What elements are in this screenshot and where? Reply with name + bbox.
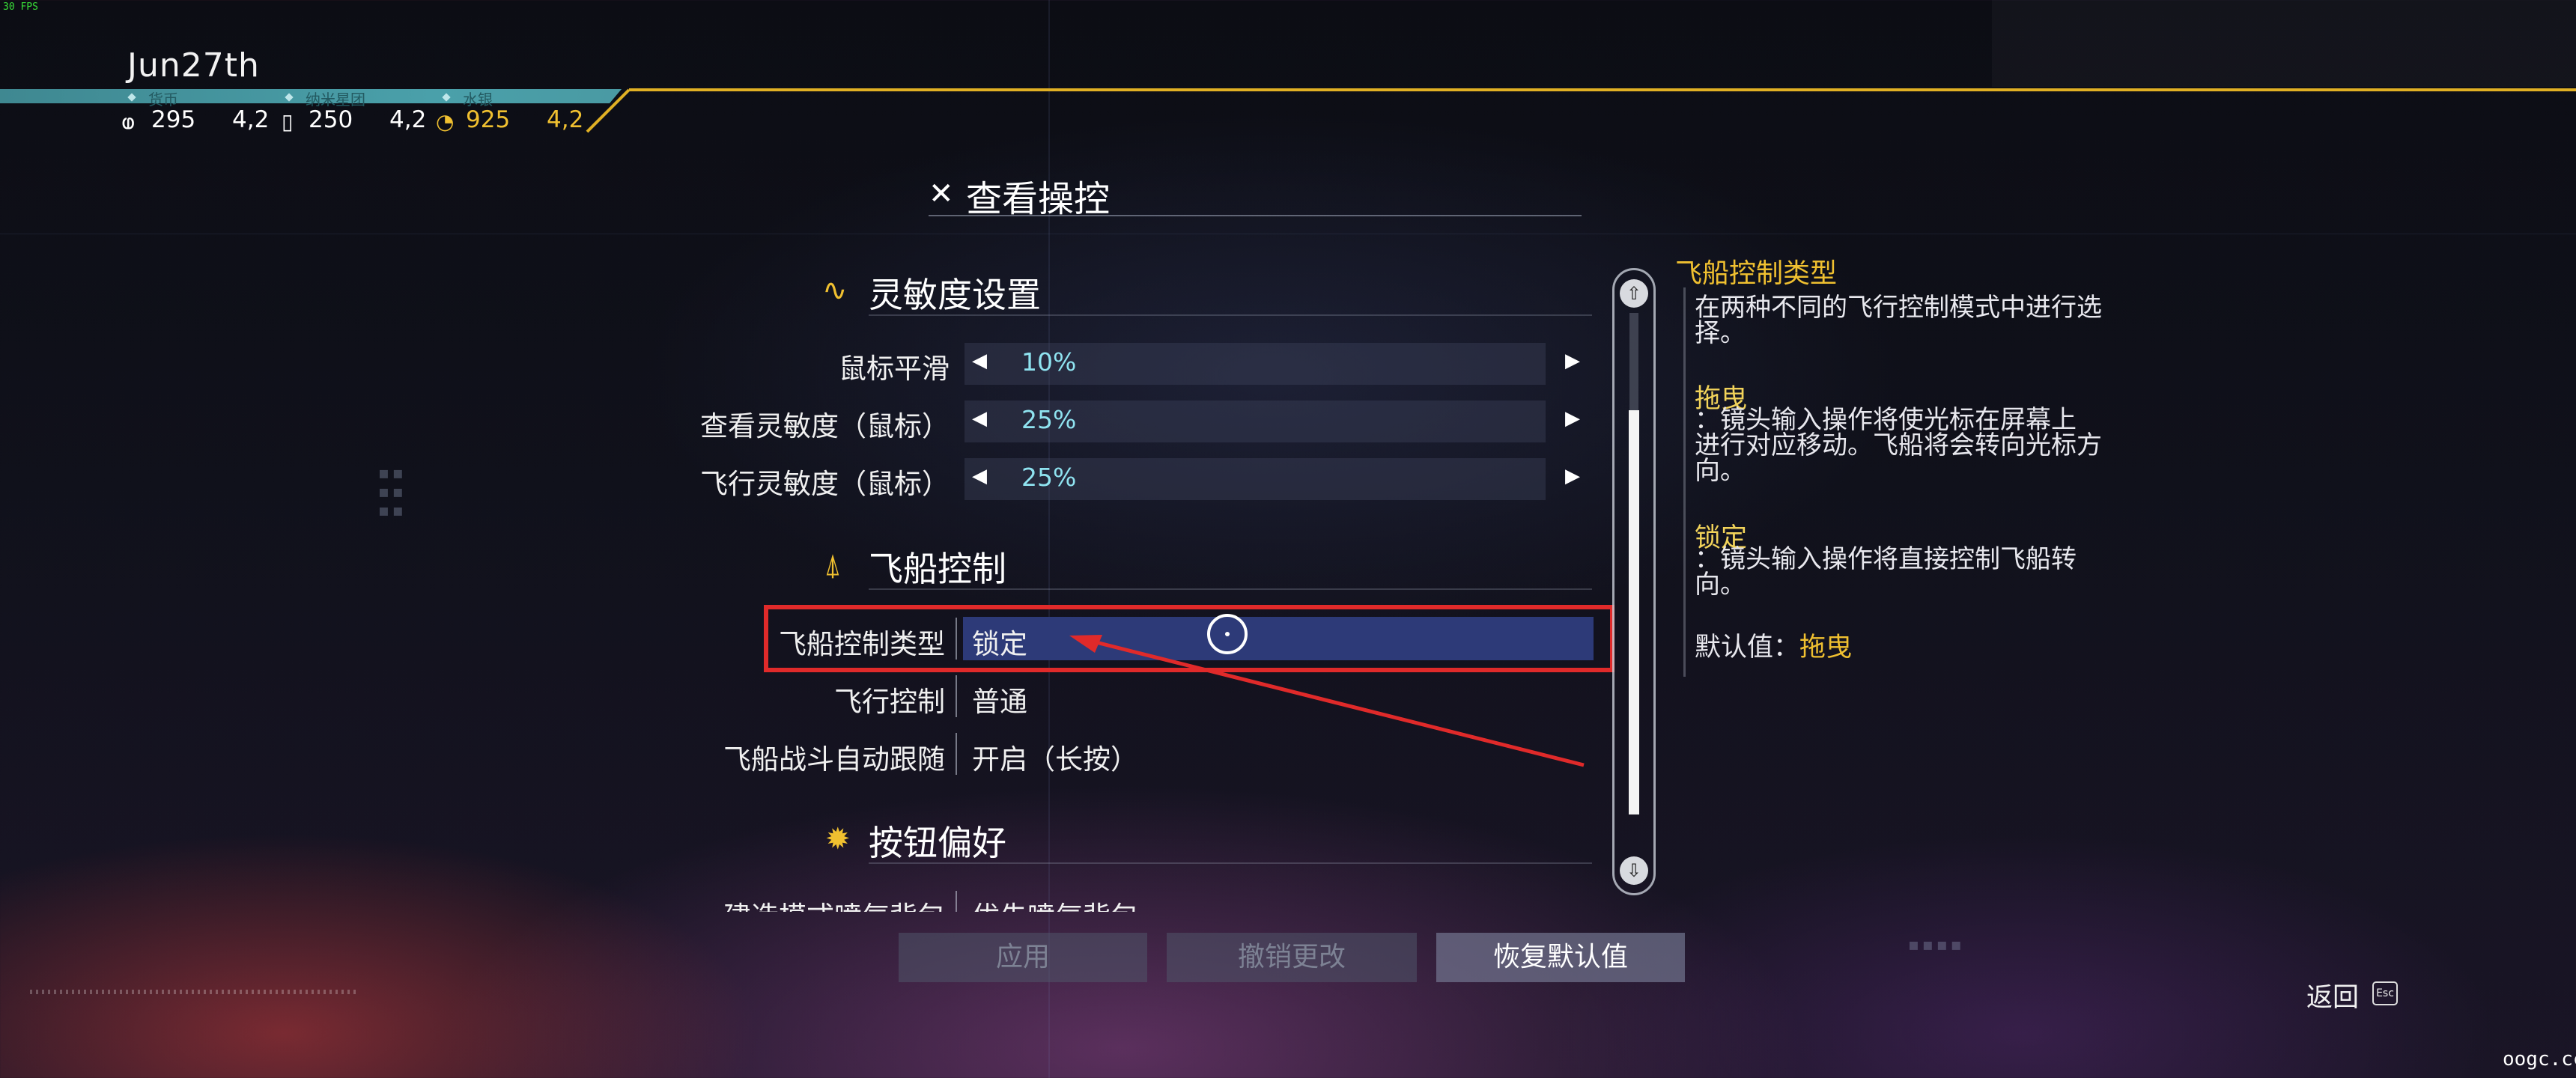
option-divider [956,891,957,912]
description-text: 向。 [1695,456,1746,486]
section-heading-ship: 飞船控制 [869,549,1006,589]
description-title: 飞船控制类型 [1675,258,1838,289]
date-label: Jun27th [127,46,260,85]
background-panel [1992,0,2576,87]
setting-label: 查看灵敏度（鼠标） [700,410,950,442]
scroll-up-icon[interactable]: ⇧ [1620,279,1648,308]
jetpack-option[interactable]: 优先喷气背包 [972,894,1138,912]
increase-arrow-icon[interactable]: ▶ [1565,350,1580,372]
option-divider [956,618,957,660]
currency-icon: ⱷ [121,109,136,134]
section-heading-sensitivity: 灵敏度设置 [869,275,1041,315]
setting-value: 25% [1021,463,1077,492]
setting-label: 建造模式喷气背包 [723,894,945,912]
gear-icon: ✹ [825,822,851,856]
increase-arrow-icon[interactable]: ▶ [1565,465,1580,487]
hud-accent-corner [586,88,631,133]
title-divider [929,215,1582,216]
background-dots: ▪▪▪▪ [1908,936,1965,954]
decrease-arrow-icon[interactable]: ◀ [972,350,987,372]
back-button[interactable]: 返回 [2306,976,2359,1014]
tools-icon: ✕ [929,177,954,211]
option-divider [956,733,957,775]
section-divider [869,862,1592,864]
cursor-dot [1225,632,1230,636]
description-text: 在两种不同的飞行控制模式中进行选 [1695,293,2102,323]
background-dashes [30,990,359,994]
setting-value: 25% [1021,405,1077,434]
resource-total: 4,2 [547,106,584,133]
section-divider [869,588,1592,590]
description-divider [1683,287,1686,677]
ship-icon: ⍋ [824,548,842,582]
decrease-arrow-icon[interactable]: ◀ [972,407,987,430]
nanocluster-icon: ▯ [282,109,294,134]
setting-label: 飞船战斗自动跟随 [723,743,945,776]
description-text: ：镜头输入操作将使光标在屏幕上 [1695,405,2077,435]
list-clip: 建造模式喷气背包 优先喷气背包 [0,883,1647,912]
resource-total: 4,2 [232,106,270,133]
description-text: 向。 [1695,570,1746,600]
scroll-down-icon[interactable]: ⇩ [1620,856,1648,885]
restore-defaults-button[interactable]: 恢复默认值 [1436,933,1685,982]
apply-button[interactable]: 应用 [899,933,1147,982]
resource-value: 925 [466,106,511,133]
revert-button[interactable]: 撤销更改 [1167,933,1417,982]
quicksilver-icon: ◔ [436,109,455,134]
page-title: 查看操控 [966,178,1111,220]
section-heading-buttons: 按钮偏好 [869,823,1006,863]
default-value-text: 拖曳 [1799,633,1853,663]
resource-value: 295 [151,106,196,133]
flight-control-option[interactable]: 普通 [972,679,1027,719]
pulse-icon: ∿ [822,273,848,308]
description-text: ：镜头输入操作将直接控制飞船转 [1695,544,2077,574]
hud-accent-line [629,88,2576,91]
annotation-arrow [1069,635,1585,767]
decrease-arrow-icon[interactable]: ◀ [972,465,987,487]
setting-label: 飞行灵敏度（鼠标） [700,468,950,500]
resource-total: 4,2 [389,106,427,133]
setting-value: 10% [1021,347,1077,377]
resource-value: 250 [309,106,353,133]
background-dots: ▪▪ ▪▪ ▪▪ [378,464,407,520]
option-divider [956,675,957,717]
section-divider [869,314,1592,316]
description-text: 进行对应移动。飞船将会转向光标方 [1695,430,2102,460]
setting-label: 飞行控制 [834,686,945,718]
watermark: oogc.cc [2503,1048,2576,1071]
fps-counter: 30 FPS [3,1,38,13]
scrollbar-thumb[interactable] [1629,410,1639,814]
background-line [1048,0,1050,1078]
setting-label: 飞船控制类型 [779,628,945,660]
description-text: 择。 [1695,318,1746,348]
increase-arrow-icon[interactable]: ▶ [1565,407,1580,430]
default-value: 默认值：拖曳 [1695,626,1852,664]
default-label: 默认值： [1695,633,1800,663]
esc-key-icon: Esc [2372,981,2398,1005]
setting-value: 锁定 [972,628,1027,660]
setting-label: 鼠标平滑 [839,353,950,385]
